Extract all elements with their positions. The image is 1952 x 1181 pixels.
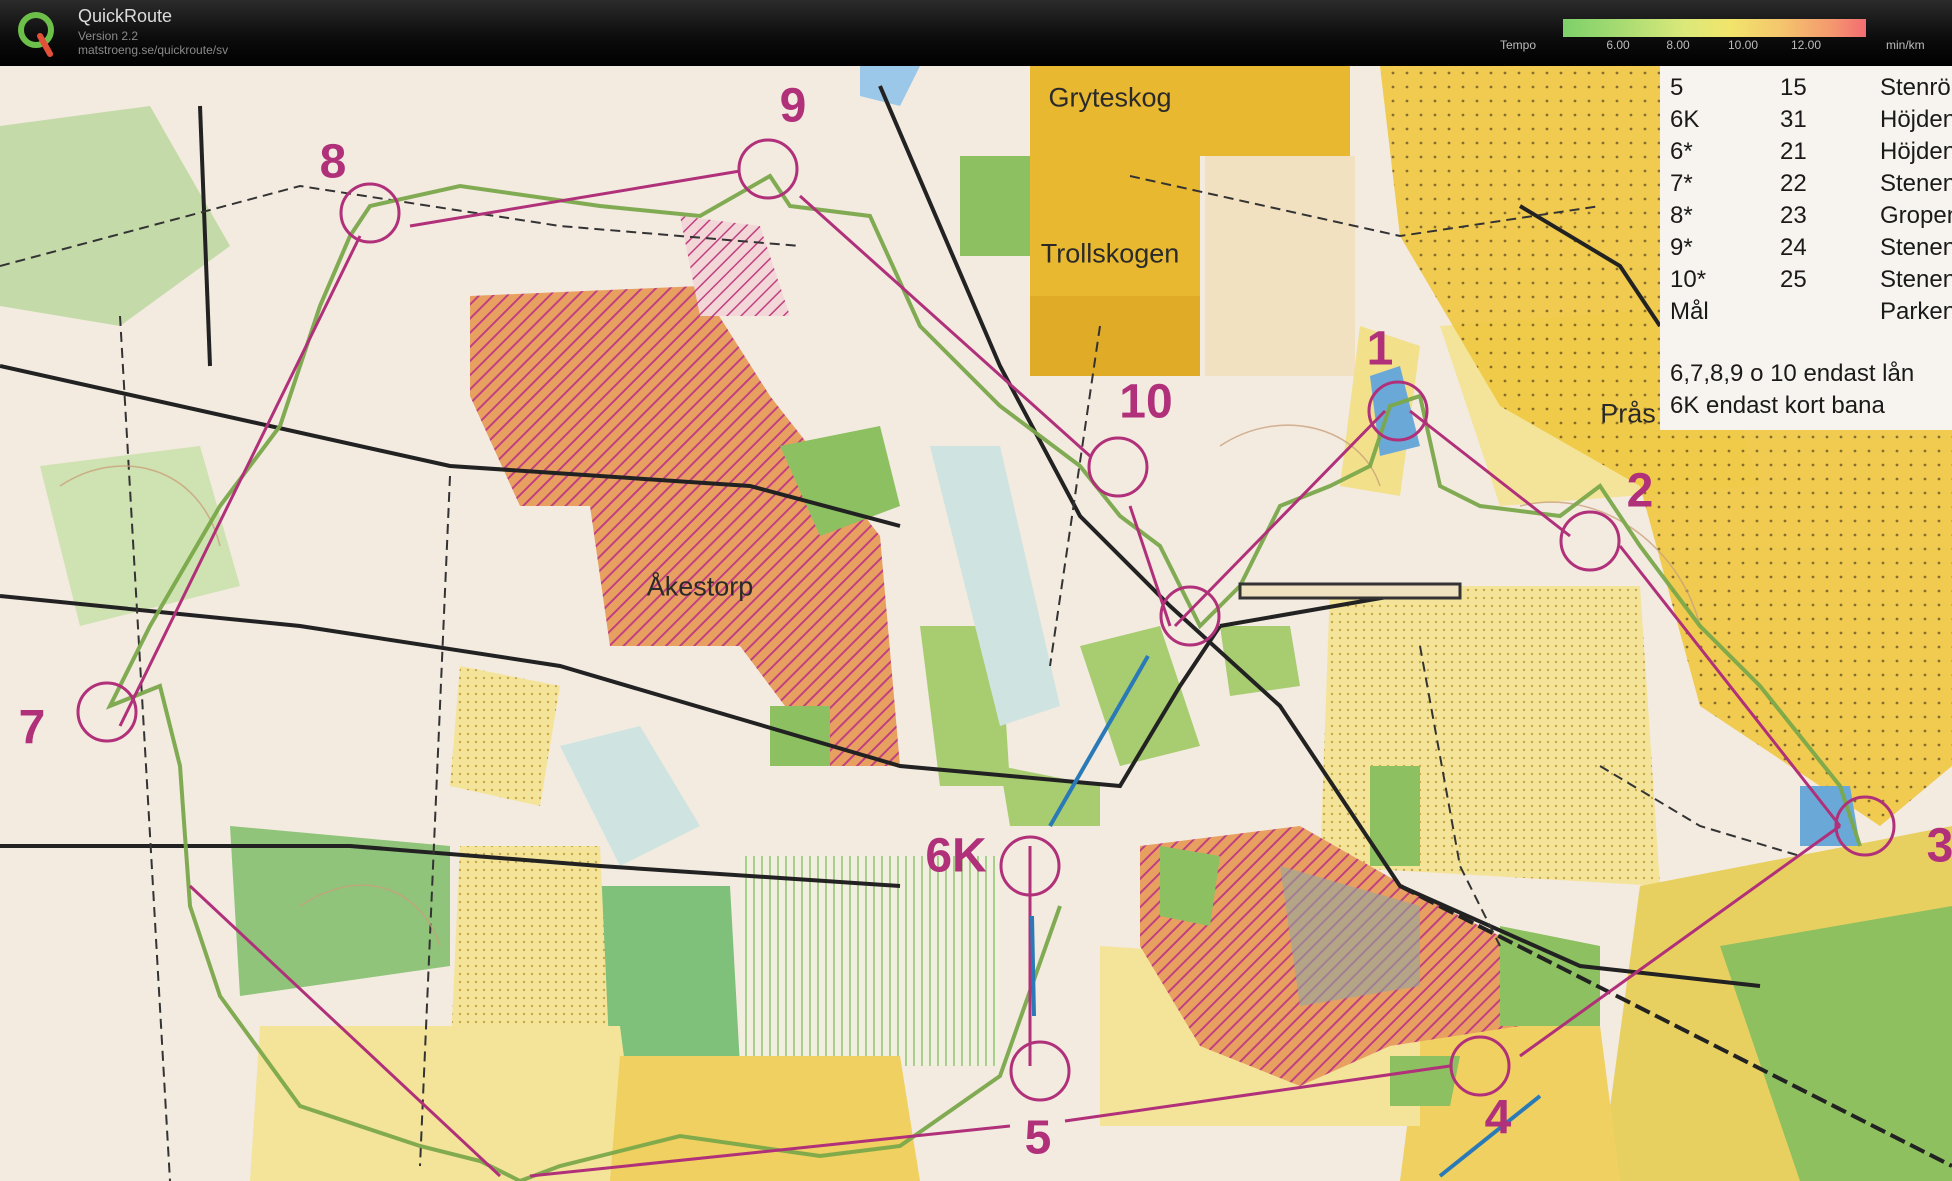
control-number: 3 <box>1926 819 1952 873</box>
control-number: 10 <box>1119 375 1173 429</box>
control-code: 6K <box>1670 106 1700 133</box>
control-feature: Höjden <box>1880 106 1952 133</box>
control-code: 5 <box>1670 74 1684 101</box>
control-number: 4 <box>1484 1091 1512 1145</box>
control-feature: Stenrö <box>1880 74 1951 101</box>
control-number: 2 <box>1626 464 1654 518</box>
table-note: 6,7,8,9 o 10 endast lån <box>1670 360 1915 387</box>
table-row: 8* 23 Gropen <box>1670 202 1952 232</box>
place-pras: Prås <box>1600 398 1656 429</box>
tempo-tick: 6.00 <box>1606 38 1630 52</box>
table-row: 6* 21 Höjden <box>1670 138 1952 168</box>
control-number: 5 <box>1024 1111 1052 1165</box>
place-gryteskog: Gryteskog <box>1048 82 1172 113</box>
table-row: 5 15 Stenrö <box>1670 74 1952 104</box>
control-number: 9 <box>779 79 807 133</box>
table-note: 6K endast kort bana <box>1670 392 1885 419</box>
tempo-tick: 12.00 <box>1790 38 1822 52</box>
place-trollskogen: Trollskogen <box>1040 238 1180 269</box>
table-row: 7* 22 Stenen <box>1670 170 1952 200</box>
control-code: 7* <box>1670 170 1693 197</box>
control-code: 10* <box>1670 266 1707 293</box>
place-akestorp: Åkestorp <box>646 571 754 602</box>
control-number: 1 <box>1366 322 1394 376</box>
table-row: 9* 24 Stenen <box>1670 234 1952 264</box>
control-id: 21 <box>1780 138 1807 165</box>
quickroute-logo-icon <box>18 12 54 57</box>
control-number: 7 <box>18 701 46 755</box>
table-row: 10* 25 Stenen <box>1670 266 1952 296</box>
control-id: 22 <box>1780 170 1807 197</box>
app-url[interactable]: matstroeng.se/quickroute/sv <box>78 43 228 57</box>
control-code: 6* <box>1670 138 1693 165</box>
control-code: Mål <box>1670 298 1709 325</box>
control-id: 23 <box>1780 202 1807 229</box>
control-feature: Stenen <box>1880 170 1952 197</box>
header-bar: QuickRoute Version 2.2 matstroeng.se/qui… <box>0 0 1952 66</box>
tempo-tick: 8.00 <box>1666 38 1690 52</box>
control-number: 6K <box>925 829 987 883</box>
control-description-table: 5 15 Stenrö 6K 31 Höjden 6* 21 Höjden 7*… <box>1660 66 1952 430</box>
orienteering-map[interactable]: Gryteskog Trollskogen Åkestorp Prås 1 2 … <box>0 66 1952 1181</box>
control-number: 8 <box>319 135 347 189</box>
tempo-label: Tempo <box>1500 38 1537 52</box>
tempo-unit: min/km <box>1886 38 1925 52</box>
table-row: Mål Parken <box>1670 298 1952 328</box>
quickroute-window: QuickRoute Version 2.2 matstroeng.se/qui… <box>0 0 1952 1181</box>
control-id: 25 <box>1780 266 1807 293</box>
control-code: 9* <box>1670 234 1693 261</box>
tempo-tick: 10.00 <box>1727 38 1759 52</box>
app-title: QuickRoute <box>78 6 173 26</box>
control-id: 24 <box>1780 234 1807 261</box>
control-id: 31 <box>1780 106 1807 133</box>
control-feature: Stenen <box>1880 234 1952 261</box>
app-version: Version 2.2 <box>78 29 139 43</box>
control-code: 8* <box>1670 202 1693 229</box>
control-id: 15 <box>1780 74 1807 101</box>
control-feature: Höjden <box>1880 138 1952 165</box>
table-row: 6K 31 Höjden <box>1670 106 1952 136</box>
control-feature: Parken <box>1880 298 1952 325</box>
control-feature: Gropen <box>1880 202 1952 229</box>
tempo-color-scale <box>1563 19 1866 37</box>
control-feature: Stenen <box>1880 266 1952 293</box>
